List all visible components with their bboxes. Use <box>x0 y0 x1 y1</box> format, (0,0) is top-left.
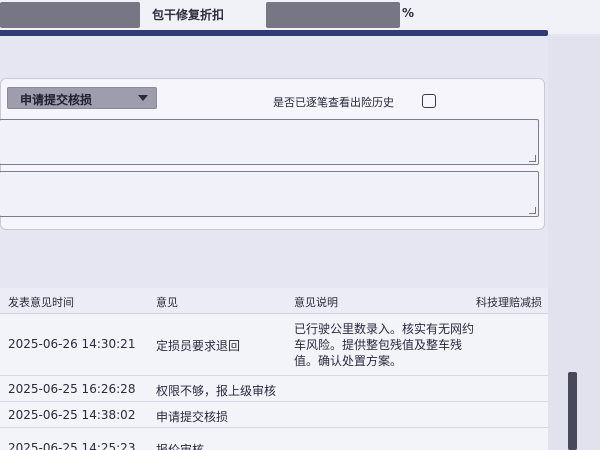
status-select-value: 申请提交核损 <box>20 93 93 107</box>
table-row[interactable]: 2025-06-25 14:25:23 报价审核 <box>0 428 548 450</box>
row-time: 2025-06-25 16:26:28 <box>8 382 136 396</box>
header-divider <box>0 30 548 36</box>
row-opinion: 申请提交核损 <box>156 410 229 424</box>
opinion-desc-textarea[interactable] <box>0 171 539 217</box>
chevron-down-icon <box>138 95 148 101</box>
column-header-loss-reduction: 科技理赔减损 <box>476 296 542 309</box>
opinion-history-table: 发表意见时间 意见 意见说明 科技理赔减损 2025-06-26 14:30:2… <box>0 288 548 450</box>
row-time: 2025-06-25 14:38:02 <box>8 408 136 422</box>
percent-sign: % <box>402 6 415 20</box>
table-header: 发表意见时间 意见 意见说明 科技理赔减损 <box>0 288 548 314</box>
row-opinion: 定损员要求退回 <box>156 339 241 353</box>
repair-discount-input[interactable] <box>266 2 400 28</box>
header-bar: 包干修复折扣 % <box>0 0 600 34</box>
row-opinion: 权限不够，报上级审核 <box>156 384 277 398</box>
column-header-opinion: 意见 <box>156 296 178 309</box>
opinion-textarea[interactable] <box>0 119 539 165</box>
vertical-scrollbar[interactable] <box>568 372 577 450</box>
row-opinion: 报价审核 <box>156 443 205 450</box>
resize-grip-icon[interactable] <box>529 155 536 162</box>
header-field-left[interactable] <box>0 2 140 28</box>
column-header-description: 意见说明 <box>294 296 338 309</box>
table-row[interactable]: 2025-06-25 14:38:02 申请提交核损 <box>0 402 548 428</box>
row-description: 已行驶公里数录入。核实有无网约车风险。提供整包残值及整车残值。确认处置方案。 <box>294 322 475 368</box>
row-time: 2025-06-26 14:30:21 <box>8 337 136 351</box>
table-row[interactable]: 2025-06-26 14:30:21 定损员要求退回 已行驶公里数录入。核实有… <box>0 314 548 376</box>
repair-discount-label: 包干修复折扣 <box>152 8 225 22</box>
history-check-label: 是否已逐笔查看出险历史 <box>273 96 394 109</box>
resize-grip-icon[interactable] <box>529 207 536 214</box>
row-time: 2025-06-25 14:25:23 <box>8 441 136 450</box>
table-row[interactable]: 2025-06-25 16:26:28 权限不够，报上级审核 <box>0 376 548 402</box>
column-header-time: 发表意见时间 <box>8 296 74 309</box>
status-select[interactable]: 申请提交核损 <box>7 87 157 109</box>
opinion-form-panel: 申请提交核损 是否已逐笔查看出险历史 <box>0 78 545 230</box>
history-checkbox[interactable] <box>422 94 436 108</box>
